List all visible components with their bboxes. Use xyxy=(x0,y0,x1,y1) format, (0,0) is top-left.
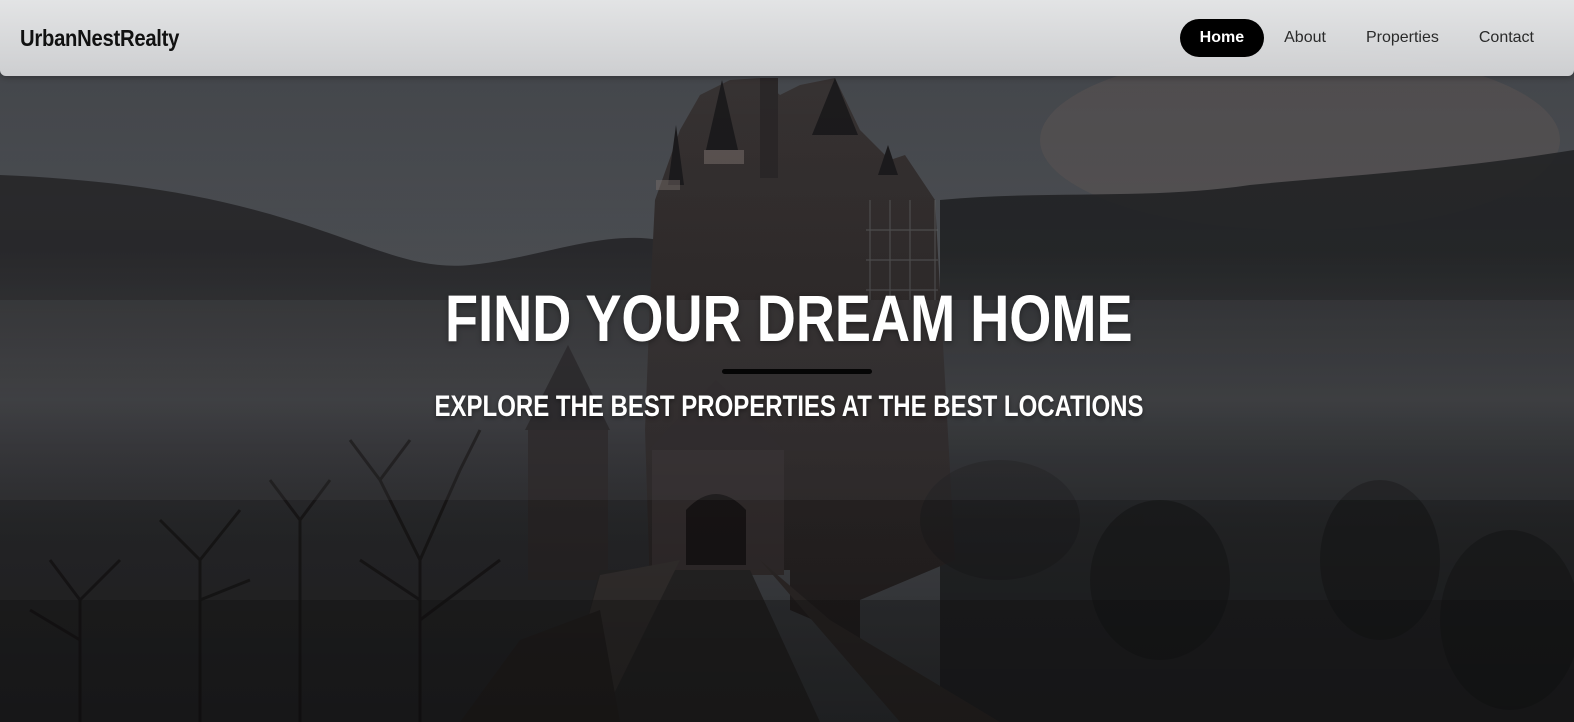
hero-subtitle: EXPLORE THE BEST PROPERTIES AT THE BEST … xyxy=(434,390,1144,423)
hero-section xyxy=(0,0,1574,722)
nav-about-link[interactable]: About xyxy=(1264,19,1346,57)
nav-contact-link[interactable]: Contact xyxy=(1459,19,1554,57)
nav-home-link[interactable]: Home xyxy=(1179,19,1265,57)
hero-overlay xyxy=(0,0,1574,722)
top-navbar: UrbanNestRealty Home About Properties Co… xyxy=(0,0,1574,76)
nav-links: Home About Properties Contact xyxy=(1179,19,1554,57)
brand-logo[interactable]: UrbanNestRealty xyxy=(20,25,179,52)
hero-divider xyxy=(722,369,872,374)
hero-title: FIND YOUR DREAM HOME xyxy=(445,281,1133,355)
nav-properties-link[interactable]: Properties xyxy=(1346,19,1459,57)
